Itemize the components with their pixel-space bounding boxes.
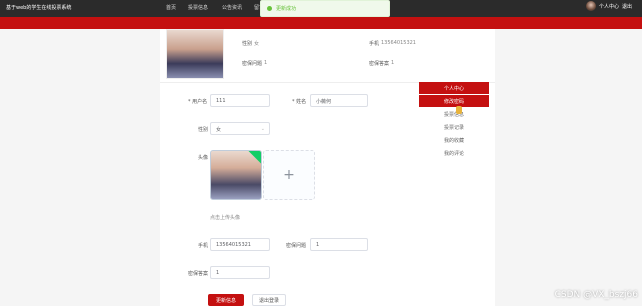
avatar: [585, 1, 596, 11]
avatar-thumbnail[interactable]: [210, 150, 262, 200]
logout-link[interactable]: 退出: [622, 3, 632, 10]
gender-select-value: 女: [216, 127, 222, 133]
question-label: 密保问题: [286, 243, 307, 249]
name-label: * 姓名: [292, 99, 307, 105]
logout-button[interactable]: 退出登录: [252, 294, 286, 306]
answer-label: 密保答案: [188, 271, 209, 277]
summary-gender-label: 性别: [242, 41, 253, 47]
profile-photo: [166, 29, 224, 79]
sidebar-item-vote-info[interactable]: 投票信息: [419, 108, 489, 120]
sidebar-item-favorites[interactable]: 我的收藏: [419, 134, 489, 146]
phone-label: 手机: [198, 243, 209, 249]
watermark-text: CSDN @VX_bszj66: [554, 290, 638, 300]
summary-gender-value: 女: [254, 41, 260, 47]
summary-answer-label: 密保答案: [369, 61, 390, 67]
upload-success-icon: [247, 151, 261, 165]
summary-question-value: 1: [264, 60, 268, 66]
sidebar-item-vote-records[interactable]: 投票记录: [419, 121, 489, 133]
user-center-link[interactable]: 个人中心: [599, 3, 619, 10]
nav-announcements[interactable]: 公告资讯: [222, 4, 242, 11]
summary-phone-label: 手机: [369, 41, 380, 47]
update-info-button[interactable]: 更新信息: [208, 294, 244, 306]
summary-answer-value: 1: [391, 60, 395, 66]
header-band: [0, 17, 642, 29]
avatar-hint: 点击上传头像: [210, 215, 241, 221]
name-input[interactable]: 小薇何: [310, 94, 368, 107]
gender-label: 性别: [198, 127, 209, 133]
toast-text: 更新成功: [276, 6, 297, 12]
plus-icon: +: [283, 167, 295, 183]
chevron-down-icon: ⌄: [260, 126, 265, 132]
success-toast: 更新成功: [260, 0, 390, 17]
sidebar-item-user-center[interactable]: 个人中心: [419, 82, 489, 94]
nav-home[interactable]: 首页: [166, 4, 176, 11]
mouse-cursor-icon: [456, 106, 462, 114]
summary-phone-value: 13564015321: [381, 40, 416, 46]
username-input[interactable]: 111: [210, 94, 270, 107]
summary-question-label: 密保问题: [242, 61, 263, 67]
nav-vote-info[interactable]: 投票信息: [188, 4, 208, 11]
avatar-label: 头像: [198, 155, 209, 161]
question-input[interactable]: 1: [310, 238, 368, 251]
gender-select[interactable]: 女 ⌄: [210, 122, 270, 135]
username-label: * 用户名: [188, 99, 208, 105]
user-menu[interactable]: 个人中心 退出: [585, 1, 632, 11]
check-circle-icon: [267, 6, 272, 11]
avatar-upload-button[interactable]: +: [263, 150, 315, 200]
answer-input[interactable]: 1: [210, 266, 270, 279]
sidebar-item-comments[interactable]: 我的评论: [419, 147, 489, 159]
app-title: 基于web的学生在线投票系统: [6, 5, 72, 11]
phone-input[interactable]: 13564015321: [210, 238, 270, 251]
user-sidebar: 个人中心 修改密码 投票信息 投票记录 我的收藏 我的评论: [419, 82, 489, 170]
sidebar-item-change-password[interactable]: 修改密码: [419, 95, 489, 107]
